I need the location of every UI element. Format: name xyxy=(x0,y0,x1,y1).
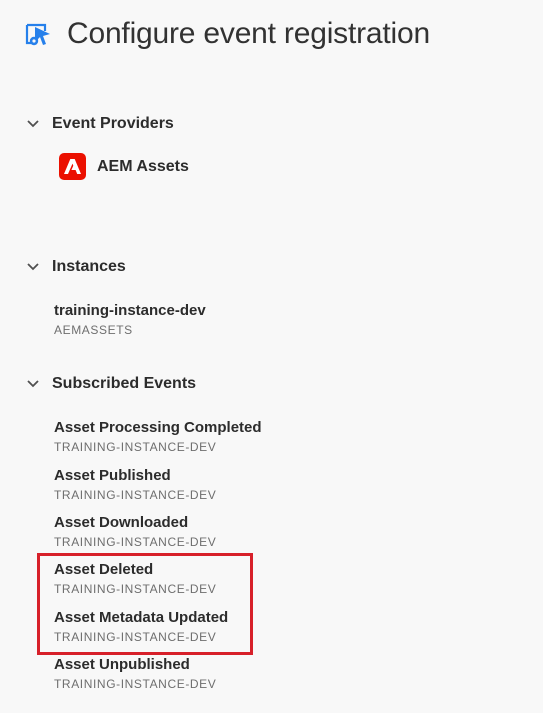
event-providers-section: Event Providers xyxy=(26,114,526,134)
event-item[interactable]: Asset Processing Completed TRAINING-INST… xyxy=(54,419,262,454)
page-header: Configure event registration xyxy=(24,16,430,52)
event-instance: TRAINING-INSTANCE-DEV xyxy=(54,440,217,454)
instance-type: AEMASSETS xyxy=(54,323,133,337)
chevron-down-icon xyxy=(26,260,40,274)
instance-name: training-instance-dev xyxy=(54,302,206,319)
section-title: Instances xyxy=(52,258,126,275)
instances-toggle[interactable]: Instances xyxy=(26,257,526,277)
provider-item-aem-assets[interactable]: AEM Assets xyxy=(59,153,189,180)
event-name: Asset Published xyxy=(54,467,171,484)
configure-event-registration-page: Configure event registration Event Provi… xyxy=(0,0,543,713)
event-instance: TRAINING-INSTANCE-DEV xyxy=(54,677,217,691)
adobe-logo-icon xyxy=(59,153,86,180)
event-item[interactable]: Asset Unpublished TRAINING-INSTANCE-DEV xyxy=(54,656,216,691)
instance-item[interactable]: training-instance-dev AEMASSETS xyxy=(54,302,206,337)
event-name: Asset Processing Completed xyxy=(54,419,262,436)
event-item[interactable]: Asset Deleted TRAINING-INSTANCE-DEV xyxy=(54,561,216,596)
subscribed-events-section: Subscribed Events xyxy=(26,374,526,394)
event-instance: TRAINING-INSTANCE-DEV xyxy=(54,488,217,502)
chevron-down-icon xyxy=(26,377,40,391)
event-instance: TRAINING-INSTANCE-DEV xyxy=(54,630,217,644)
event-item[interactable]: Asset Metadata Updated TRAINING-INSTANCE… xyxy=(54,609,228,644)
chevron-down-icon xyxy=(26,117,40,131)
event-item[interactable]: Asset Published TRAINING-INSTANCE-DEV xyxy=(54,467,216,502)
provider-label: AEM Assets xyxy=(97,157,189,175)
section-title: Event Providers xyxy=(52,115,174,132)
event-instance: TRAINING-INSTANCE-DEV xyxy=(54,582,217,596)
event-name: Asset Downloaded xyxy=(54,514,189,531)
event-providers-toggle[interactable]: Event Providers xyxy=(26,114,526,134)
event-name: Asset Unpublished xyxy=(54,656,190,673)
subscribed-events-toggle[interactable]: Subscribed Events xyxy=(26,374,526,394)
section-title: Subscribed Events xyxy=(52,375,197,392)
event-name: Asset Metadata Updated xyxy=(54,609,229,626)
page-title: Configure event registration xyxy=(67,17,430,50)
event-item[interactable]: Asset Downloaded TRAINING-INSTANCE-DEV xyxy=(54,514,216,549)
configure-events-icon xyxy=(24,19,54,49)
instances-section: Instances xyxy=(26,257,526,277)
event-name: Asset Deleted xyxy=(54,561,154,578)
event-instance: TRAINING-INSTANCE-DEV xyxy=(54,535,217,549)
